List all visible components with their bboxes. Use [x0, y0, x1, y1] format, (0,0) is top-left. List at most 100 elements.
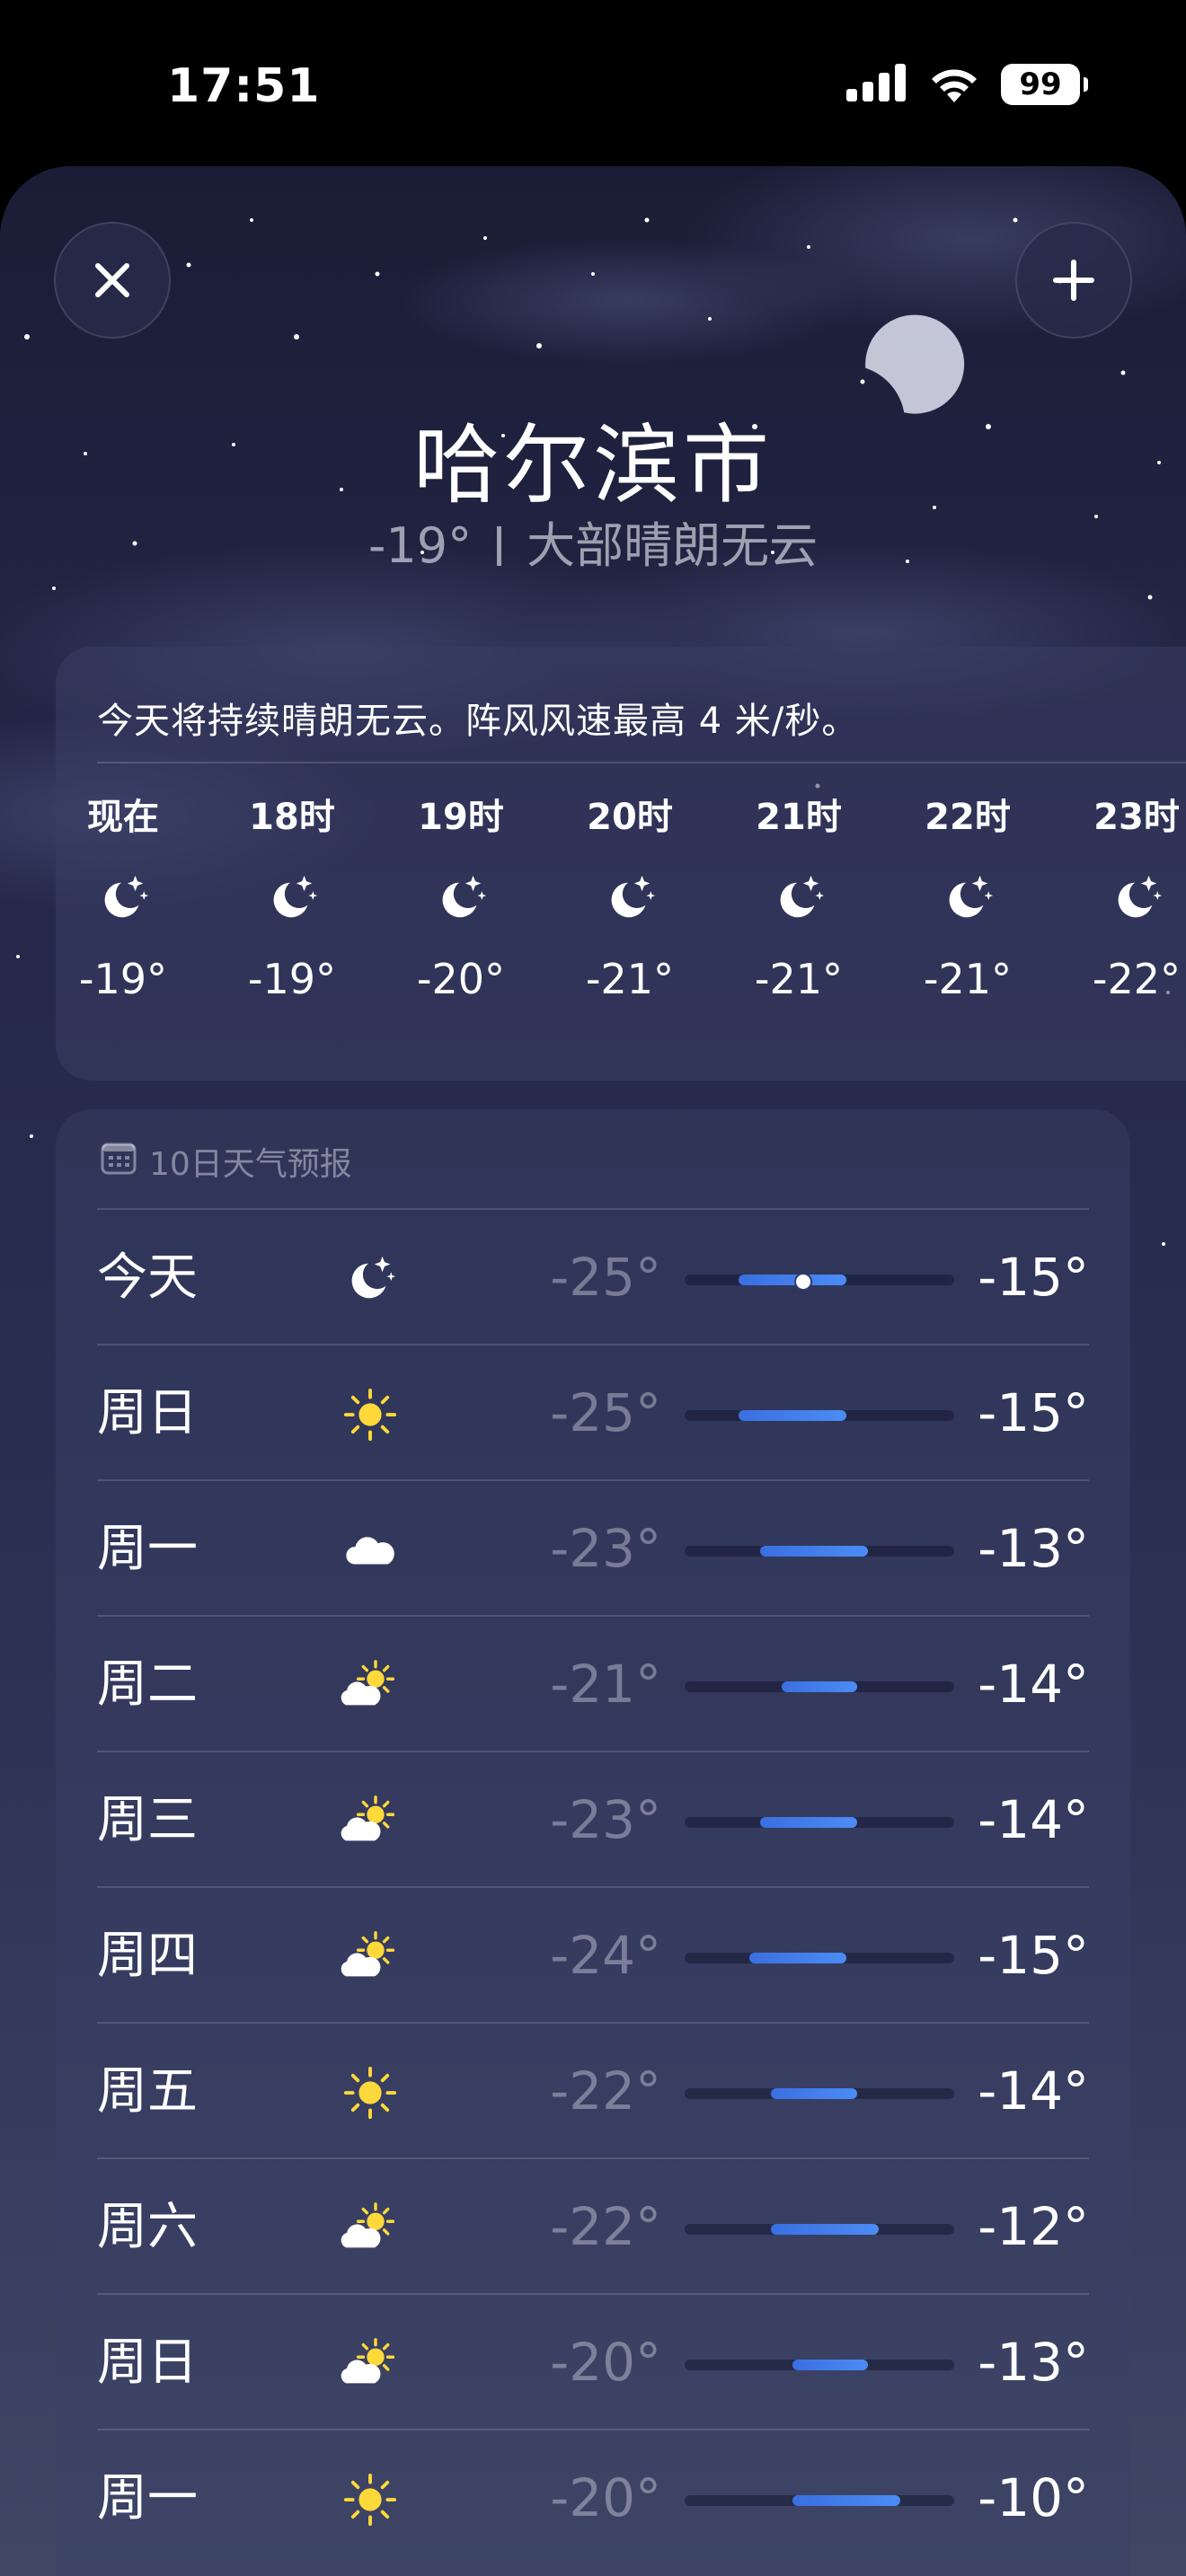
temperature-range-bar [685, 2360, 954, 2370]
moon-stars-icon [225, 844, 359, 952]
status-time: 17:51 [167, 59, 321, 113]
daily-row[interactable]: 周日 -25° -15° [97, 1344, 1089, 1481]
day-name: 周日 [97, 2333, 198, 2392]
temperature-range-bar [685, 1681, 954, 1692]
current-condition: 大部晴朗无云 [527, 517, 819, 574]
current-temp-marker [794, 1273, 812, 1291]
temperature-range-bar [685, 1546, 954, 1557]
day-name: 周一 [97, 2469, 198, 2527]
low-temperature: -22° [550, 2196, 661, 2257]
hourly-item: 23时 -22° [1069, 790, 1186, 1006]
high-temperature: -14° [978, 1789, 1089, 1850]
hourly-item: 22时 -21° [900, 790, 1035, 1006]
hourly-forecast-card[interactable]: 今天将持续晴朗无云。阵风风速最高 4 米/秒。 现在 -19° 18时 -19° 1… [56, 647, 1186, 1081]
cloud-icon [334, 1519, 406, 1582]
hour-temperature: -19° [247, 955, 337, 1003]
hour-temperature: -22° [1092, 955, 1182, 1003]
low-temperature: -25° [550, 1382, 661, 1443]
day-name: 今天 [97, 1248, 198, 1307]
high-temperature: -14° [978, 2060, 1089, 2122]
cellular-signal-icon [846, 64, 907, 105]
temperature-range-bar [685, 2088, 954, 2099]
low-temperature: -24° [550, 1925, 661, 1986]
daily-row[interactable]: 今天 -25° -15° [97, 1208, 1089, 1345]
hour-temperature: -21° [585, 955, 675, 1003]
status-icons: 99 [846, 63, 1088, 106]
divider [97, 762, 1186, 763]
hour-label: 18时 [249, 797, 335, 838]
low-temperature: -22° [550, 2060, 661, 2122]
temperature-range-fill [760, 1546, 868, 1557]
moon-stars-icon [731, 844, 866, 952]
temperature-range-fill [782, 1681, 857, 1692]
calendar-icon [101, 1141, 137, 1183]
partly-sunny-icon [334, 2197, 406, 2260]
temperature-range-bar [685, 1273, 954, 1291]
high-temperature: -15° [978, 1247, 1089, 1308]
day-name: 周日 [97, 1384, 198, 1442]
low-temperature: -23° [550, 1789, 661, 1850]
moon-stars-icon [562, 844, 697, 952]
temperature-range-fill [760, 1817, 857, 1828]
battery-indicator: 99 [1001, 64, 1088, 105]
ten-day-header: 10日天气预报 [101, 1138, 352, 1185]
high-temperature: -10° [978, 2467, 1089, 2528]
wifi-icon [927, 63, 981, 106]
partly-sunny-icon [334, 1790, 406, 1853]
temperature-range-fill [739, 1275, 846, 1285]
hour-label: 21时 [756, 797, 842, 838]
weather-sheet: 哈尔滨市 -19° 大部晴朗无云 今天将持续晴朗无云。阵风风速最高 4 米/秒。 … [0, 166, 1186, 2576]
ten-day-forecast-card[interactable]: 10日天气预报 今天 -25° -15° 周日 -25° -15° 周一 -23° … [56, 1109, 1130, 2576]
daily-row[interactable]: 周一 -23° -13° [97, 1479, 1089, 1617]
hour-label: 现在 [87, 797, 159, 838]
ten-day-title: 10日天气预报 [149, 1146, 352, 1183]
close-button[interactable] [54, 222, 171, 339]
temperature-range-bar [685, 2224, 954, 2235]
daily-row[interactable]: 周日 -20° -13° [97, 2293, 1089, 2430]
moon-stars-icon [900, 844, 1035, 952]
day-name: 周一 [97, 1520, 198, 1578]
hour-temperature: -19° [78, 955, 168, 1003]
daily-row[interactable]: 周六 -22° -12° [97, 2157, 1089, 2295]
temperature-range-bar [685, 2495, 954, 2506]
temperature-range-bar [685, 1817, 954, 1828]
temperature-range-fill [739, 1410, 846, 1421]
hourly-item: 18时 -19° [225, 790, 359, 1006]
daily-row[interactable]: 周二 -21° -14° [97, 1615, 1089, 1752]
moon-stars-icon [56, 844, 190, 952]
daily-row[interactable]: 周三 -23° -14° [97, 1751, 1089, 1888]
sun-icon [334, 2468, 406, 2531]
day-name: 周二 [97, 1655, 198, 1714]
hour-temperature: -20° [416, 955, 506, 1003]
temperature-range-bar [685, 1410, 954, 1421]
hour-temperature: -21° [754, 955, 844, 1003]
daily-row[interactable]: 周四 -24° -15° [97, 1886, 1089, 2024]
current-conditions: -19° 大部晴朗无云 [0, 506, 1186, 577]
hour-label: 22时 [925, 797, 1011, 838]
temperature-range-fill [749, 1953, 846, 1963]
moon-stars-icon [394, 844, 528, 952]
daily-row[interactable]: 周一 -20° -10° [97, 2429, 1089, 2566]
hourly-item: 21时 -21° [731, 790, 866, 1006]
temperature-range-fill [792, 2360, 868, 2370]
daily-row[interactable]: 周五 -22° -14° [97, 2022, 1089, 2159]
day-name: 周六 [97, 2198, 198, 2256]
high-temperature: -13° [978, 1518, 1089, 1579]
low-temperature: -23° [550, 1518, 661, 1579]
low-temperature: -20° [550, 2467, 661, 2528]
current-temperature: -19° [367, 517, 473, 574]
day-name: 周三 [97, 1791, 198, 1849]
high-temperature: -14° [978, 1654, 1089, 1715]
hour-label: 19时 [418, 797, 504, 838]
hour-label: 23时 [1093, 797, 1180, 838]
temperature-range-bar [685, 1953, 954, 1963]
separator [497, 526, 502, 566]
low-temperature: -25° [550, 1247, 661, 1308]
partly-sunny-icon [334, 1654, 406, 1717]
hourly-item: 19时 -20° [394, 790, 528, 1006]
high-temperature: -15° [978, 1382, 1089, 1443]
moon-stars-icon [1069, 844, 1186, 952]
hourly-summary: 今天将持续晴朗无云。阵风风速最高 4 米/秒。 [97, 701, 859, 742]
add-location-button[interactable] [1015, 222, 1132, 339]
hourly-item: 20时 -21° [562, 790, 697, 1006]
